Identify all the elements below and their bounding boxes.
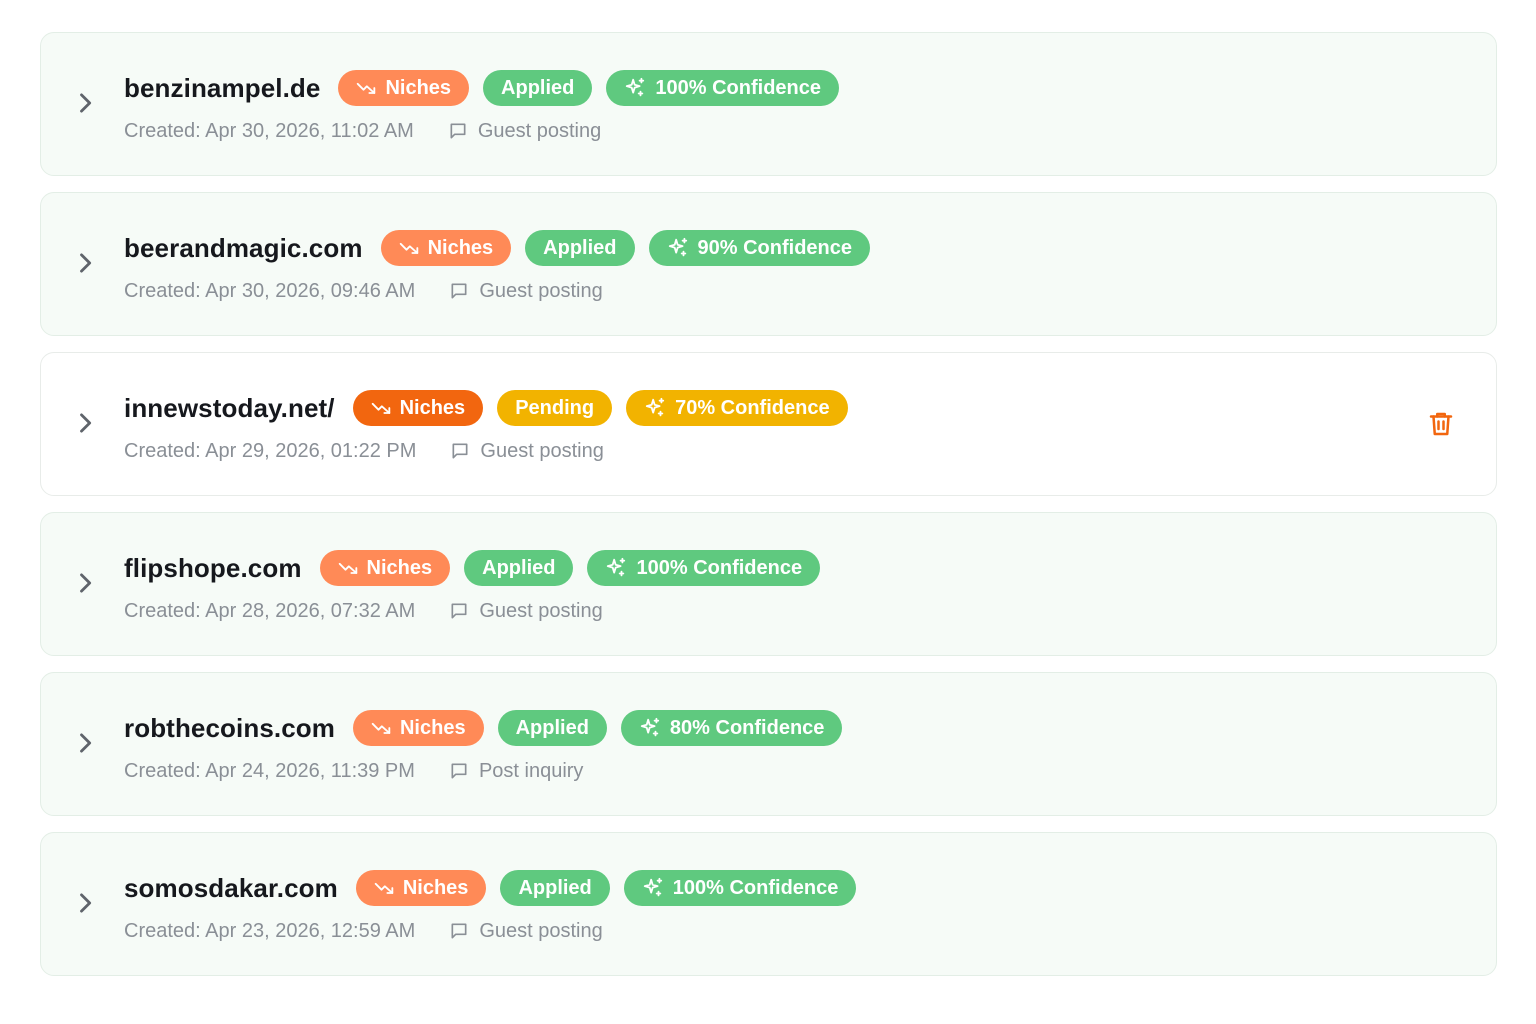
created-date: Created: Apr 30, 2026, 11:02 AM [124,119,414,142]
niches-label: Niches [399,396,466,419]
domain-name: robthecoins.com [124,712,335,743]
confidence-label: 100% Confidence [672,876,839,899]
request-type-label: Guest posting [480,439,604,462]
sparkles-icon [643,877,662,897]
domain-name: somosdakar.com [124,872,338,903]
sparkles-icon [645,397,665,417]
sparkles-icon [640,717,660,737]
chevron-right-icon[interactable] [71,729,99,757]
created-date: Created: Apr 30, 2026, 09:46 AM [124,279,416,302]
request-type: Post inquiry [449,759,584,783]
trending-down-icon [374,882,394,894]
trash-icon [1429,412,1453,436]
niches-badge[interactable]: Niches [355,870,487,906]
sparkles-icon [626,77,645,97]
request-type: Guest posting [449,279,603,303]
niches-label: Niches [366,556,433,579]
request-type-label: Guest posting [479,599,603,622]
chevron-right-icon[interactable] [71,89,99,117]
message-square-icon [451,763,467,779]
status-badge: Applied [525,230,635,266]
card-meta: Created: Apr 30, 2026, 11:02 AM Guest po… [124,117,601,145]
request-type: Guest posting [449,919,603,943]
trending-down-icon [357,82,376,94]
submission-card[interactable]: beerandmagic.com Niches Applied 90% Conf… [40,192,1497,336]
domain-name: beerandmagic.com [124,232,363,263]
status-badge: Applied [497,710,607,746]
card-header: beerandmagic.com Niches Applied 90% Conf… [124,229,884,267]
card-meta: Created: Apr 30, 2026, 09:46 AM Guest po… [124,277,603,305]
niches-label: Niches [399,716,466,739]
chevron-right-icon[interactable] [71,889,99,917]
card-meta: Created: Apr 23, 2026, 12:59 AM Guest po… [124,917,603,945]
confidence-badge: 100% Confidence [606,70,839,106]
niches-label: Niches [427,236,494,259]
request-type: Guest posting [448,120,601,143]
submission-card[interactable]: benzinampel.de Niches Applied 100% Confi… [40,32,1497,176]
confidence-badge: 100% Confidence [587,550,821,586]
niches-badge[interactable]: Niches [380,230,512,266]
status-badge: Applied [483,70,593,106]
created-date: Created: Apr 24, 2026, 11:39 PM [124,759,415,782]
message-square-icon [450,123,466,139]
sparkles-icon [668,237,687,257]
status-badge: Applied [500,870,610,906]
confidence-label: 90% Confidence [697,236,852,259]
request-type: Guest posting [449,599,603,623]
domain-name: flipshope.com [124,552,302,583]
card-meta: Created: Apr 29, 2026, 01:22 PM Guest po… [124,437,604,465]
niches-badge[interactable]: Niches [338,70,470,106]
confidence-label: 100% Confidence [655,76,821,99]
trending-down-icon [371,402,390,414]
trending-down-icon [399,242,418,254]
submission-card[interactable]: robthecoins.com Niches Applied 80% Confi… [40,672,1497,816]
trending-down-icon [371,722,391,734]
request-type-label: Guest posting [479,279,603,302]
submission-card[interactable]: flipshope.com Niches Applied 100% Confid… [40,512,1497,656]
submission-card[interactable]: somosdakar.com Niches Applied 100% Confi… [40,832,1497,976]
niches-label: Niches [385,76,452,99]
domain-name: innewstoday.net/ [124,392,335,423]
status-badge: Pending [497,390,613,426]
message-square-icon [452,443,468,459]
created-date: Created: Apr 29, 2026, 01:22 PM [124,439,417,462]
submission-card[interactable]: innewstoday.net/ Niches Pending 70% Conf… [40,352,1497,496]
confidence-badge: 70% Confidence [626,390,848,426]
domain-name: benzinampel.de [124,72,321,103]
card-header: innewstoday.net/ Niches Pending 70% Conf… [124,389,862,427]
card-header: benzinampel.de Niches Applied 100% Confi… [124,69,853,107]
message-square-icon [451,283,467,299]
chevron-right-icon[interactable] [71,249,99,277]
confidence-label: 100% Confidence [636,556,803,579]
request-type-label: Post inquiry [478,759,584,782]
confidence-label: 70% Confidence [675,396,830,419]
created-date: Created: Apr 23, 2026, 12:59 AM [124,919,416,942]
confidence-badge: 80% Confidence [620,710,843,746]
confidence-badge: 100% Confidence [623,870,857,906]
confidence-badge: 90% Confidence [648,230,870,266]
chevron-right-icon[interactable] [71,409,99,437]
message-square-icon [451,603,467,619]
card-header: robthecoins.com Niches Applied 80% Confi… [124,709,856,747]
created-date: Created: Apr 28, 2026, 07:32 AM [124,599,416,622]
card-meta: Created: Apr 24, 2026, 11:39 PM Post inq… [124,757,583,785]
request-type: Guest posting [450,439,604,463]
card-meta: Created: Apr 28, 2026, 07:32 AM Guest po… [124,597,603,625]
request-type-label: Guest posting [477,119,602,142]
niches-badge[interactable]: Niches [319,550,451,586]
niches-badge[interactable]: Niches [352,390,484,426]
message-square-icon [451,923,467,939]
chevron-right-icon[interactable] [71,569,99,597]
submission-list: benzinampel.de Niches Applied 100% Confi… [40,32,1497,992]
trending-down-icon [338,562,357,574]
status-badge: Applied [464,550,574,586]
niches-badge[interactable]: Niches [352,710,484,746]
card-header: somosdakar.com Niches Applied 100% Confi… [124,869,870,907]
request-type-label: Guest posting [479,919,603,942]
niches-label: Niches [402,876,469,899]
confidence-label: 80% Confidence [669,716,825,739]
card-header: flipshope.com Niches Applied 100% Confid… [124,549,834,587]
delete-button[interactable] [1426,409,1456,439]
sparkles-icon [607,557,626,577]
